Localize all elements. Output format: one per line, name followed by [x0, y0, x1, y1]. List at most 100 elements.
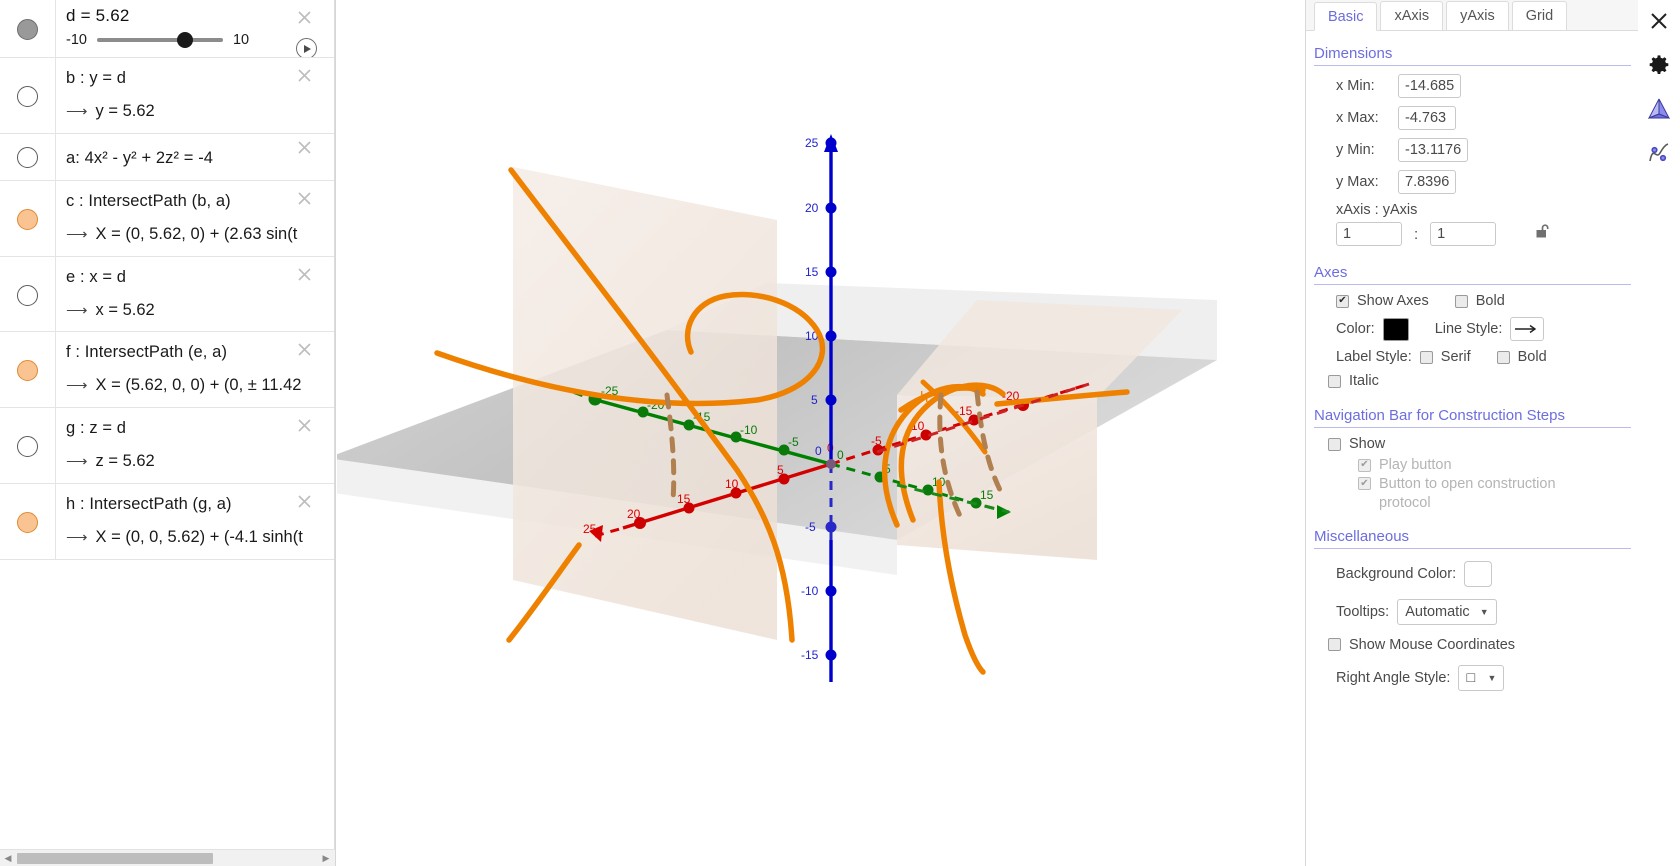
row-tooltips: Tooltips: Automatic ▼ [1306, 591, 1639, 629]
algebra-definition[interactable]: a: 4x² - y² + 2z² = -4 [66, 147, 331, 171]
show-mouse-coordinates-checkbox[interactable] [1328, 638, 1341, 652]
output-arrow-icon: ⟶ [66, 225, 88, 243]
section-heading-axes: Axes [1314, 264, 1348, 281]
italic-checkbox[interactable] [1328, 374, 1341, 388]
play-button-label: Play button [1379, 457, 1452, 473]
visibility-toggle-f[interactable] [0, 332, 56, 408]
slider-max-label: 10 [232, 32, 250, 48]
navbar-show-checkbox[interactable] [1328, 437, 1341, 451]
play-icon[interactable] [296, 38, 317, 57]
x-max-input[interactable]: -4.763 [1398, 106, 1456, 130]
close-icon[interactable] [296, 67, 313, 84]
x-max-label: x Max: [1336, 110, 1379, 126]
tooltips-value: Automatic [1405, 603, 1470, 620]
x-tick-label: -5 [871, 434, 882, 448]
visibility-toggle-c[interactable] [0, 180, 56, 256]
algebra-row-g[interactable]: g : z = d ⟶ z = 5.62 [0, 408, 335, 485]
tab-yaxis[interactable]: yAxis [1446, 1, 1509, 30]
label-bold-label: Bold [1517, 349, 1547, 365]
algebra-row-h[interactable]: h : IntersectPath (g, a) ⟶ X = (0, 0, 5.6… [0, 484, 335, 560]
right-angle-style-select[interactable]: □ ▼ [1458, 664, 1505, 691]
algebra-definition[interactable]: e : x = d [66, 266, 331, 290]
visibility-marker[interactable] [17, 360, 38, 382]
graphing-icon[interactable] [1646, 140, 1672, 166]
algebra-row-e[interactable]: e : x = d ⟶ x = 5.62 [0, 256, 335, 333]
scroll-right-arrow-icon[interactable]: ▶ [318, 850, 334, 866]
ratio-x-input[interactable]: 1 [1336, 222, 1402, 246]
visibility-marker[interactable] [17, 208, 38, 230]
visibility-toggle-g[interactable] [0, 408, 56, 484]
z-tick-label: -15 [801, 648, 819, 662]
visibility-toggle-b[interactable] [0, 58, 56, 133]
scroll-left-arrow-icon[interactable]: ◀ [0, 850, 16, 866]
scene-3d[interactable]: -25 -20 -15 -10 -5 5 10 15 0 25 20 15 10… [337, 0, 1305, 866]
close-icon[interactable] [1646, 8, 1672, 34]
visibility-marker[interactable] [17, 284, 38, 306]
graphics-3d-view[interactable]: -25 -20 -15 -10 -5 5 10 15 0 25 20 15 10… [337, 0, 1305, 866]
show-mouse-coordinates-label: Show Mouse Coordinates [1349, 636, 1516, 653]
tab-basic[interactable]: Basic [1314, 2, 1378, 31]
serif-checkbox[interactable] [1419, 350, 1433, 364]
label-bold-checkbox[interactable] [1496, 350, 1510, 364]
right-angle-style-label: Right Angle Style: [1336, 669, 1451, 686]
algebra-row-content: b : y = d ⟶ y = 5.62 [56, 58, 335, 133]
slider-track[interactable] [96, 32, 223, 48]
arrow-line-icon[interactable] [1510, 317, 1545, 341]
visibility-marker[interactable] [17, 85, 38, 107]
algebra-row-a[interactable]: a: 4x² - y² + 2z² = -4 [0, 133, 335, 181]
ratio-y-input[interactable]: 1 [1430, 222, 1497, 246]
algebra-horizontal-scrollbar[interactable]: ◀ ▶ [0, 849, 335, 866]
navbar-suboptions: Play button Button to open construction … [1306, 456, 1639, 514]
algebra-row-b[interactable]: b : y = d ⟶ y = 5.62 [0, 58, 335, 134]
visibility-marker[interactable] [17, 436, 38, 458]
unlocked-padlock-icon[interactable] [1536, 223, 1551, 245]
visibility-toggle-h[interactable] [0, 484, 56, 559]
background-color-swatch[interactable] [1464, 560, 1493, 587]
italic-label: Italic [1349, 373, 1379, 389]
axes-bold-checkbox[interactable] [1454, 294, 1468, 308]
settings-tabs[interactable]: Basic xAxis yAxis Grid [1306, 0, 1639, 31]
algebra-definition[interactable]: g : z = d [66, 417, 331, 441]
visibility-toggle-d[interactable] [0, 0, 56, 57]
tab-grid[interactable]: Grid [1511, 1, 1568, 30]
close-icon[interactable] [296, 417, 313, 434]
algebra-definition[interactable]: f : IntersectPath (e, a) [66, 341, 331, 365]
close-icon[interactable] [296, 266, 313, 283]
y-max-input[interactable]: 7.8396 [1398, 170, 1457, 194]
tooltips-select[interactable]: Automatic ▼ [1397, 598, 1497, 625]
close-icon[interactable] [296, 9, 313, 26]
section-divider [1314, 427, 1631, 428]
visibility-toggle-e[interactable] [0, 256, 56, 332]
visibility-marker[interactable] [17, 19, 38, 40]
algebra-row-c[interactable]: c : IntersectPath (b, a) ⟶ X = (0, 5.62, … [0, 180, 335, 257]
show-axes-checkbox[interactable] [1336, 294, 1349, 308]
play-button-checkbox[interactable] [1358, 458, 1371, 472]
chevron-down-icon: ▼ [1479, 606, 1489, 617]
gear-icon[interactable] [1646, 52, 1672, 78]
algebra-definition[interactable]: c : IntersectPath (b, a) [66, 190, 331, 214]
algebra-definition[interactable]: b : y = d [66, 67, 331, 91]
algebra-row-content: h : IntersectPath (g, a) ⟶ X = (0, 0, 5.6… [56, 484, 335, 559]
protocol-button-label: Button to open construction protocol [1379, 476, 1556, 511]
view-3d-icon[interactable] [1646, 96, 1672, 122]
scrollbar-thumb[interactable] [17, 852, 213, 864]
tab-xaxis[interactable]: xAxis [1380, 1, 1444, 30]
algebra-definition[interactable]: h : IntersectPath (g, a) [66, 493, 331, 517]
close-icon[interactable] [296, 341, 313, 358]
close-icon[interactable] [296, 190, 313, 207]
slider-knob[interactable] [176, 32, 193, 48]
close-icon[interactable] [296, 493, 313, 510]
algebra-row-slider-d[interactable]: d = 5.62 -10 10 [0, 0, 335, 58]
visibility-marker[interactable] [17, 147, 38, 169]
visibility-marker[interactable] [17, 512, 38, 534]
axes-color-label: Color: [1336, 321, 1375, 337]
visibility-toggle-a[interactable] [0, 133, 56, 180]
protocol-button-checkbox[interactable] [1358, 477, 1371, 490]
slider-control-d[interactable]: -10 10 [66, 32, 331, 48]
axes-color-swatch[interactable] [1382, 317, 1409, 341]
y-min-input[interactable]: -13.1176 [1398, 138, 1469, 162]
close-icon[interactable] [296, 139, 313, 156]
algebra-row-f[interactable]: f : IntersectPath (e, a) ⟶ X = (5.62, 0, … [0, 332, 335, 409]
x-min-input[interactable]: -14.685 [1398, 74, 1462, 98]
output-arrow-icon: ⟶ [66, 529, 88, 547]
